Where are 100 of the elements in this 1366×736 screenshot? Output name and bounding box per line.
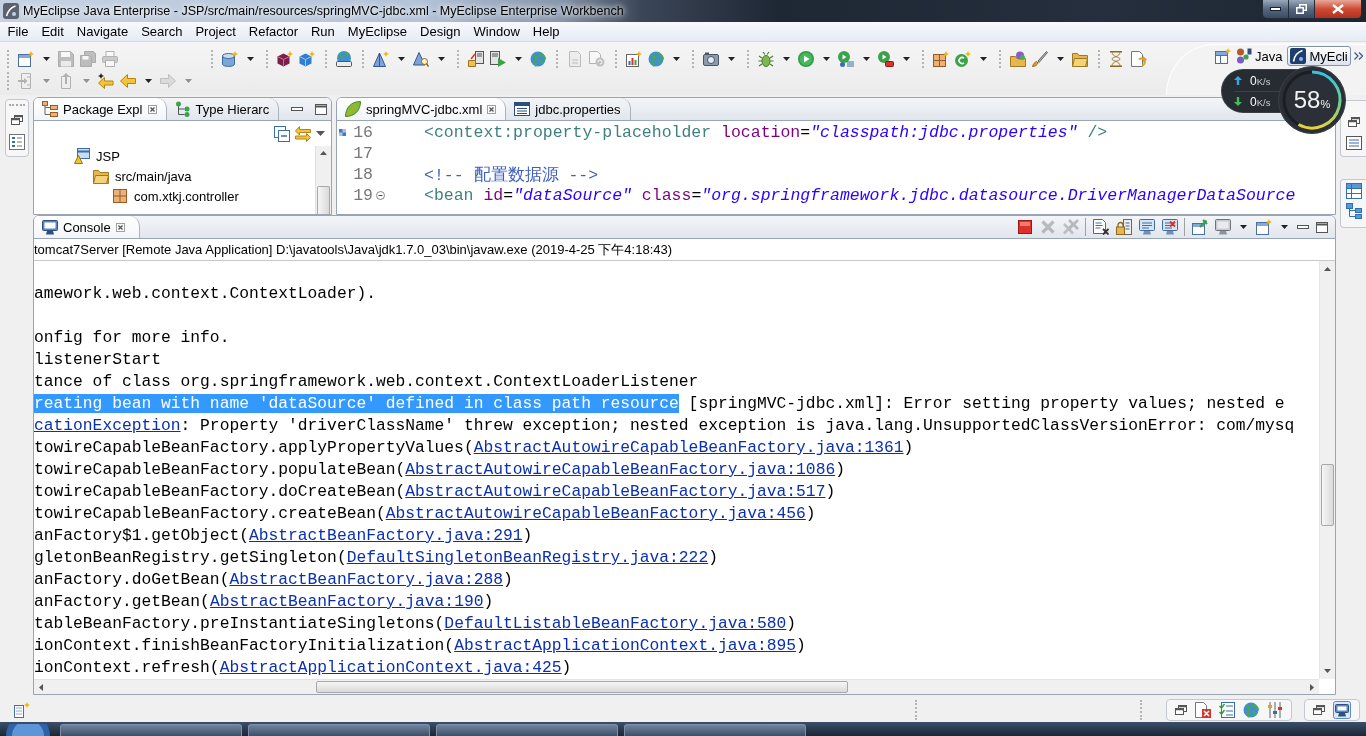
server-arrow-icon[interactable] (468, 51, 484, 67)
stack-trace-link[interactable]: AbstractBeanFactory.java:288 (229, 570, 503, 589)
up-arrow-icon[interactable] (320, 151, 327, 155)
perspective-button[interactable]: MyEcli (1287, 46, 1351, 66)
table-icon[interactable] (1345, 183, 1362, 199)
stack-trace-link[interactable]: DefaultSingletonBeanRegistry.java:222 (346, 548, 709, 567)
view-tab[interactable]: Package Expl (34, 98, 167, 120)
minimize-icon[interactable] (291, 107, 303, 111)
tree-icon[interactable] (1345, 203, 1362, 219)
folder-icon[interactable] (1072, 51, 1088, 67)
down-arrow-icon[interactable] (1324, 669, 1331, 673)
close-icon[interactable] (115, 222, 125, 232)
restore-button[interactable] (1289, 0, 1315, 19)
restore-icon[interactable] (1175, 704, 1187, 715)
monitor-lines-icon[interactable] (1138, 219, 1155, 235)
new-window-icon[interactable] (1255, 219, 1272, 235)
monitor-x-icon[interactable] (1161, 219, 1178, 235)
cube-star-icon[interactable] (299, 51, 315, 67)
pin-icon[interactable] (1191, 219, 1208, 235)
stack-trace-link[interactable]: AbstractAutowireCapableBeanFactory.java:517 (405, 482, 826, 501)
clear-console-icon[interactable] (1092, 219, 1109, 235)
back-star-icon[interactable] (98, 73, 114, 89)
cube-star-icon[interactable] (277, 51, 293, 67)
up-arrow-icon[interactable] (1324, 267, 1331, 271)
caret-icon[interactable] (316, 131, 325, 136)
menu-item[interactable]: Help (526, 23, 567, 40)
collapse-icon[interactable] (375, 191, 385, 200)
menu-item[interactable]: MyEclipse (341, 23, 414, 40)
tree-item[interactable]: com.xtkj.controller (112, 186, 239, 206)
close-button[interactable] (1315, 0, 1362, 19)
run-icon[interactable] (798, 51, 814, 67)
run-toolbox-icon[interactable] (878, 51, 894, 67)
caret-icon[interactable] (672, 57, 680, 61)
caret-icon[interactable] (1239, 225, 1247, 229)
caret-icon[interactable] (979, 57, 987, 61)
menu-item[interactable]: File (1, 23, 35, 40)
brush-icon[interactable] (1032, 51, 1048, 67)
view-tab[interactable]: Type Hierarc (166, 98, 280, 120)
perspective-button[interactable]: Java (1233, 46, 1286, 66)
minimize-button[interactable] (1262, 0, 1289, 19)
monitor-icon[interactable] (1333, 700, 1351, 719)
menu-item[interactable]: Project (188, 23, 243, 40)
editor-tab[interactable]: jdbc.properties (506, 98, 631, 120)
caret-icon[interactable] (727, 57, 735, 61)
caret-icon[interactable] (1280, 225, 1288, 229)
editor-tab[interactable]: springMVC-jdbc.xml (337, 98, 507, 120)
caret-icon[interactable] (246, 57, 254, 61)
globe-icon[interactable] (336, 51, 352, 67)
back-icon[interactable] (120, 73, 136, 89)
pyramid-magnifier-icon[interactable] (413, 51, 429, 67)
stack-trace-link[interactable]: AbstractApplicationContext.java:425 (219, 658, 562, 677)
caret-icon[interactable] (514, 57, 522, 61)
menu-item[interactable]: Refactor (242, 23, 305, 40)
minimize-icon[interactable] (1296, 225, 1309, 229)
scrollbar[interactable] (34, 679, 1319, 694)
caret-icon[interactable] (902, 57, 910, 61)
stack-trace-link[interactable]: AbstractBeanFactory.java:190 (209, 592, 484, 611)
menu-item[interactable]: Window (467, 23, 527, 40)
close-icon[interactable] (487, 104, 497, 114)
restore-icon[interactable] (1313, 704, 1325, 715)
outline-icon[interactable] (9, 134, 25, 150)
monitor-icon[interactable] (1214, 219, 1231, 235)
globe-icon[interactable] (530, 51, 546, 67)
globe-icon[interactable] (648, 51, 664, 67)
lock-icon[interactable] (1115, 219, 1132, 235)
chevron-icon[interactable] (1353, 52, 1363, 60)
left-arrow-icon[interactable] (39, 683, 43, 691)
pyramid-star-icon[interactable] (373, 51, 389, 67)
bug-icon[interactable] (758, 51, 774, 67)
stop-icon[interactable] (1016, 219, 1033, 235)
sliders-icon[interactable] (1267, 701, 1283, 718)
caret-icon[interactable] (1056, 57, 1064, 61)
menu-item[interactable]: Design (413, 23, 468, 40)
new-window-icon[interactable] (18, 51, 34, 67)
caret-icon[interactable] (862, 57, 870, 61)
grid-star-icon[interactable] (933, 51, 949, 67)
document-lines-icon[interactable] (1345, 135, 1362, 151)
document-x-icon[interactable] (1195, 701, 1211, 718)
scrollbar[interactable] (315, 146, 331, 214)
maximize-icon[interactable] (315, 103, 327, 115)
new-view-icon[interactable] (14, 701, 30, 718)
stack-trace-link[interactable]: AbstractAutowireCapableBeanFactory.java:1086 (405, 460, 836, 479)
scrollbar-thumb[interactable] (317, 186, 330, 214)
stack-trace-link[interactable]: AbstractAutowireCapableBeanFactory.java:1361 (473, 438, 904, 457)
menu-item[interactable]: Run (304, 23, 342, 40)
caret-icon[interactable] (822, 57, 830, 61)
run-list-icon[interactable] (838, 51, 854, 67)
link-arrows-icon[interactable] (295, 125, 311, 142)
tasks-icon[interactable] (1219, 701, 1235, 718)
menu-item[interactable]: Edit (34, 23, 71, 40)
tree-item[interactable]: src/main/java (93, 166, 192, 186)
stack-trace-link[interactable]: DefaultListableBeanFactory.java:580 (444, 614, 787, 633)
scrollbar[interactable] (1319, 261, 1335, 679)
hourglass-icon[interactable] (1109, 51, 1125, 67)
globe-icon[interactable] (1243, 701, 1259, 718)
stack-trace-link[interactable]: AbstractBeanFactory.java:291 (248, 526, 523, 545)
camera-icon[interactable] (703, 51, 719, 67)
right-arrow-icon[interactable] (1310, 683, 1314, 691)
collapse-all-icon[interactable] (274, 125, 290, 142)
stack-trace-link[interactable]: cationException (34, 416, 181, 435)
